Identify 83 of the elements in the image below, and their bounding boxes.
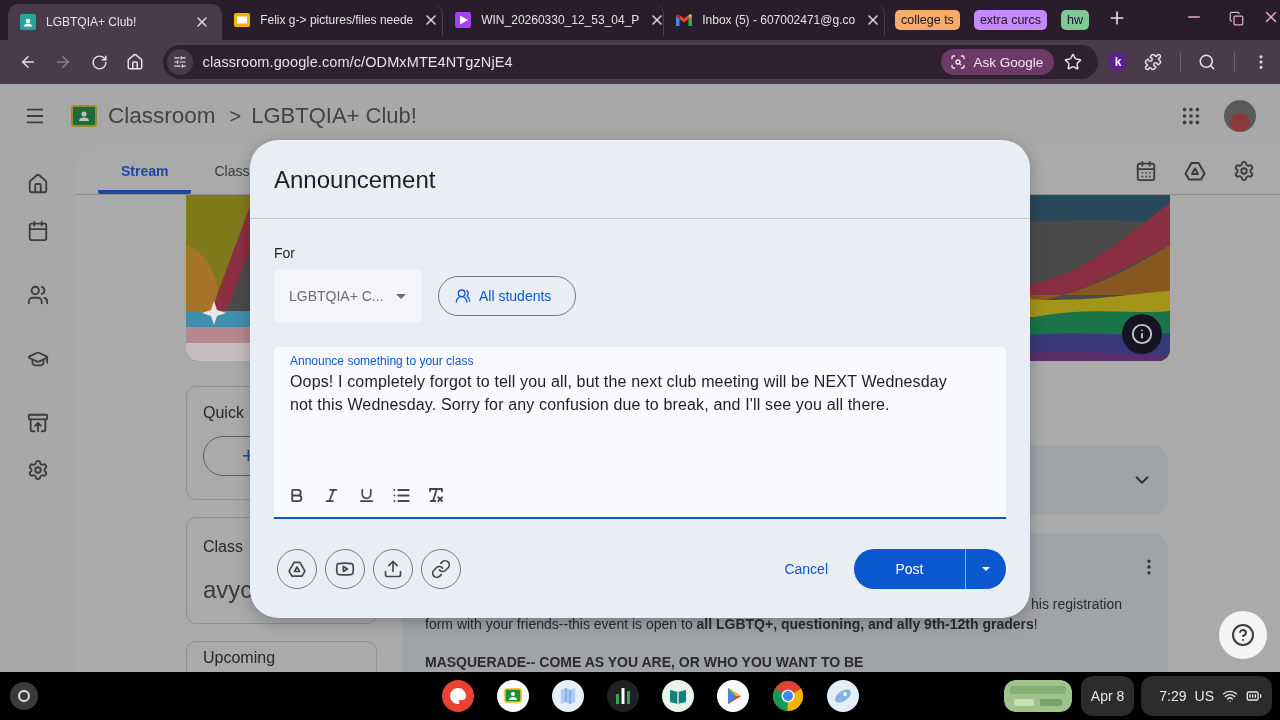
field-label: Announce something to your class xyxy=(290,355,474,367)
calendar-icon[interactable] xyxy=(1135,160,1157,182)
browser-tab[interactable]: Felix g-> pictures/files neede xyxy=(222,4,444,36)
tab-search-icon[interactable] xyxy=(1198,53,1216,71)
post-options-button[interactable] xyxy=(965,549,1006,589)
browser-tab[interactable]: LGBTQIA+ Club! xyxy=(8,4,223,40)
rocket-icon[interactable] xyxy=(827,680,859,712)
restore-icon[interactable] xyxy=(1229,11,1244,26)
tab-group-chip[interactable]: extra curcs xyxy=(973,10,1047,30)
clock-time: 7:29 xyxy=(1159,688,1187,704)
announcement-input[interactable]: Oops! I completely forgot to tell you all, but the next club meeting will be NEXT Wednesday not this Wednesday. Sorry for any confusion due to break, and I'll see you all there. xyxy=(290,370,970,416)
breadcrumb-separator: > xyxy=(229,104,242,128)
cancel-button[interactable]: Cancel xyxy=(772,549,840,589)
class-select[interactable]: LGBTQIA+ C... xyxy=(274,270,422,322)
class-code: avyc xyxy=(203,576,253,604)
calendar-icon[interactable] xyxy=(26,220,49,242)
home-icon[interactable] xyxy=(26,173,49,195)
url-text: classroom.google.com/c/ODMxMTE4NTgzNjE4 xyxy=(202,54,514,70)
tab-group-chip[interactable]: college ts xyxy=(895,10,960,30)
help-icon xyxy=(1231,623,1255,647)
drive-icon xyxy=(287,559,307,579)
caret-icon xyxy=(982,567,990,571)
palette-icon[interactable] xyxy=(442,680,474,712)
chrome-icon[interactable] xyxy=(772,680,804,712)
tab-title: WIN_20260330_12_53_04_P xyxy=(481,13,640,27)
post-button[interactable]: Post xyxy=(854,549,965,589)
card-title: Upcoming xyxy=(203,649,276,667)
card-title: Quick xyxy=(203,404,244,422)
tab-title: Felix g-> pictures/files neede xyxy=(260,13,414,27)
site-info-icon[interactable] xyxy=(172,55,187,69)
book-icon[interactable] xyxy=(662,680,694,712)
map-icon[interactable] xyxy=(552,680,584,712)
extensions-icon[interactable] xyxy=(1144,53,1163,71)
ask-google-button[interactable]: Ask Google xyxy=(941,49,1055,75)
page-tab[interactable]: Stream xyxy=(98,148,192,194)
play-icon xyxy=(455,12,472,28)
launcher-button[interactable] xyxy=(10,682,38,710)
settings-icon[interactable] xyxy=(1233,160,1255,182)
play-store-icon[interactable] xyxy=(717,680,749,712)
card-title: Class xyxy=(203,538,243,556)
people-icon xyxy=(455,288,471,304)
tab-group-chip[interactable]: hw xyxy=(1061,10,1089,30)
date-button[interactable]: Apr 8 xyxy=(1080,676,1135,716)
avatar[interactable] xyxy=(1224,100,1256,132)
class-title: LGBTQIA+ Club! xyxy=(251,103,417,129)
classroom-logo xyxy=(71,105,97,127)
tab-title: LGBTQIA+ Club! xyxy=(46,15,138,29)
info-icon xyxy=(1131,323,1153,345)
battery-icon xyxy=(1246,688,1262,704)
dialog-title: Announcement xyxy=(274,166,436,193)
home-icon[interactable] xyxy=(125,53,144,71)
classroom-icon xyxy=(20,14,36,30)
settings-icon[interactable] xyxy=(26,459,49,481)
video-icon xyxy=(335,559,355,579)
address-bar[interactable]: classroom.google.com/c/ODMxMTE4NTgzNjE4 Ask Google xyxy=(162,45,1099,79)
status-tray[interactable]: 7:29 US xyxy=(1141,676,1272,716)
reload-icon[interactable] xyxy=(90,53,108,71)
lens-icon xyxy=(950,54,967,70)
apps-grid-icon[interactable] xyxy=(1180,105,1202,127)
browser-tab[interactable]: Inbox (5) - 607002471@g.co xyxy=(664,4,886,36)
post-text: his registration xyxy=(1031,595,1124,614)
underline-icon[interactable] xyxy=(357,486,375,504)
extension-icon[interactable]: k xyxy=(1110,54,1127,70)
upload-icon xyxy=(383,559,403,579)
mail-icon xyxy=(676,14,693,26)
wifi-icon xyxy=(1222,688,1238,704)
classroom-icon[interactable] xyxy=(497,680,529,712)
clear-formatting-icon[interactable] xyxy=(427,486,445,504)
caret-icon xyxy=(395,293,406,299)
link-icon xyxy=(431,559,451,579)
slides-icon xyxy=(234,12,251,28)
people-icon[interactable] xyxy=(26,284,49,306)
browser-tab[interactable]: WIN_20260330_12_53_04_P xyxy=(443,4,665,36)
chart-icon[interactable] xyxy=(607,680,639,712)
locale-label: US xyxy=(1194,688,1214,704)
post-heading: MASQUERADE-- COME AS YOU ARE, OR WHO YOU WANT TO BE xyxy=(425,653,865,672)
drive-icon xyxy=(1183,159,1207,183)
tab-title: Inbox (5) - 607002471@g.co xyxy=(702,13,856,27)
post-text: form with your friends--this event is open to all LGBTQ+, questioning, and ally 9th-12th graders! xyxy=(425,615,1039,634)
archive-icon[interactable] xyxy=(26,412,49,434)
for-label: For xyxy=(274,244,296,263)
app-name[interactable]: Classroom xyxy=(108,103,216,129)
bookmark-star-icon[interactable] xyxy=(1064,53,1083,71)
